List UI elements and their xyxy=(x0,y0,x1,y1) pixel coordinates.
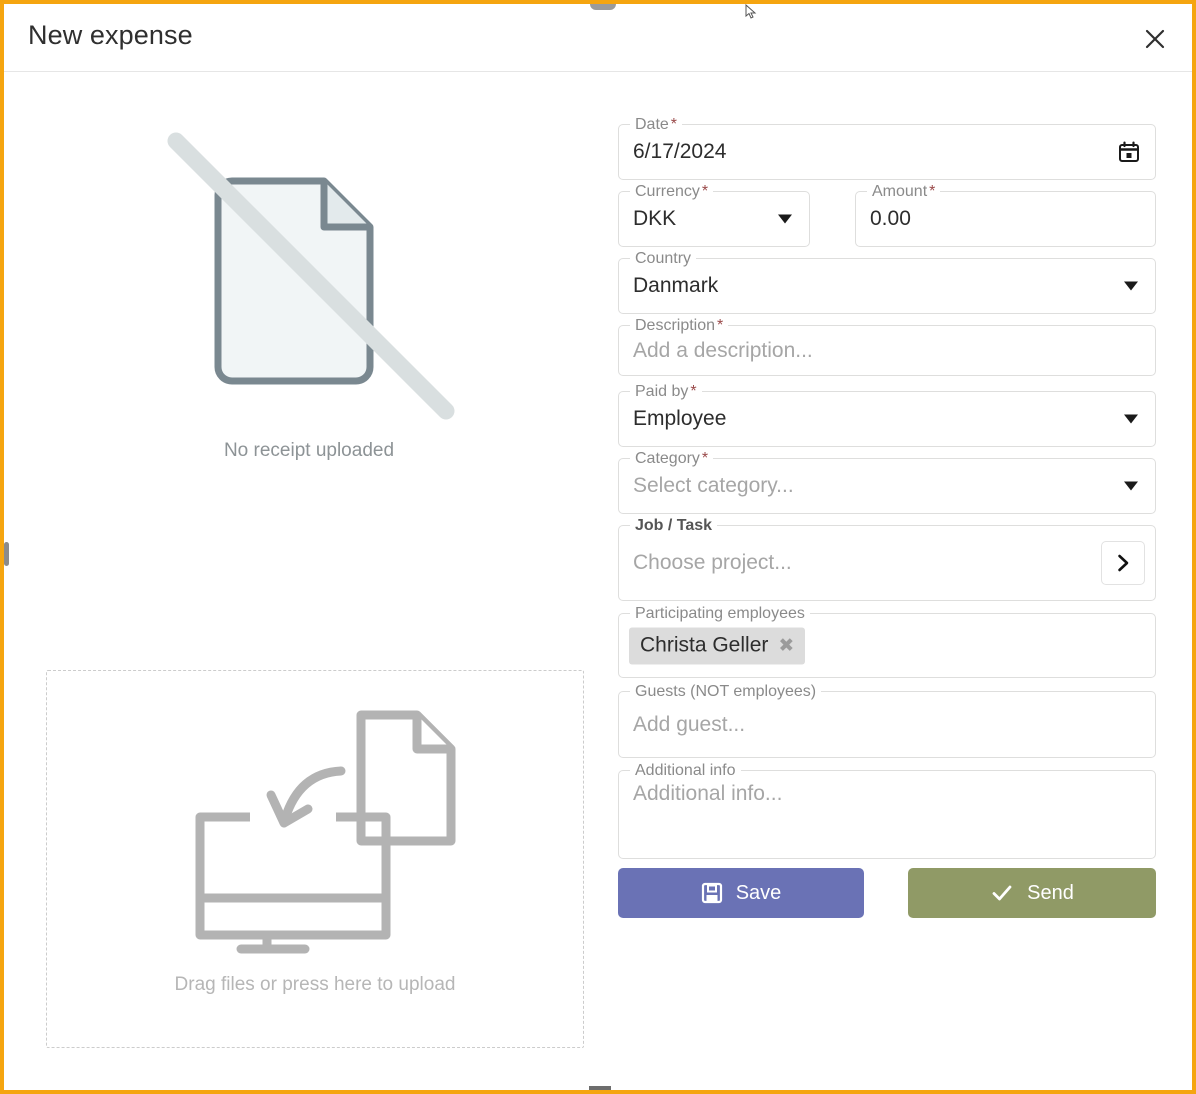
page-top-scroll-fragment xyxy=(590,4,616,10)
description-placeholder: Add a description... xyxy=(633,338,813,362)
expense-form: Date * 6/17/2024 Currency * DKK Amount *… xyxy=(614,73,1192,1090)
paid-by-field[interactable]: Paid by * Employee xyxy=(618,382,1156,447)
choose-project-button[interactable] xyxy=(1101,541,1145,585)
check-icon xyxy=(992,885,1012,901)
category-label: Category * xyxy=(630,449,714,468)
close-button[interactable] xyxy=(1134,18,1176,60)
receipt-empty-label: No receipt uploaded xyxy=(223,440,395,461)
send-button[interactable]: Send xyxy=(908,868,1156,918)
chevron-down-icon[interactable] xyxy=(778,214,792,224)
document-slashed-icon xyxy=(167,132,455,420)
calendar-icon xyxy=(1119,141,1139,162)
category-field[interactable]: Category * Select category... xyxy=(618,449,1156,514)
country-value: Danmark xyxy=(633,274,719,297)
category-placeholder: Select category... xyxy=(633,474,794,497)
remove-chip-icon[interactable]: ✖ xyxy=(778,636,794,655)
chevron-down-icon[interactable] xyxy=(1124,414,1138,424)
left-scrollbar-nub[interactable] xyxy=(4,542,9,566)
receipt-empty-state: No receipt uploaded xyxy=(4,73,614,462)
send-button-label: Send xyxy=(1027,881,1074,904)
currency-value: DKK xyxy=(633,207,677,230)
guests-placeholder: Add guest... xyxy=(633,712,746,736)
date-field[interactable]: Date * 6/17/2024 xyxy=(618,115,1156,180)
job-task-placeholder: Choose project... xyxy=(633,551,792,574)
participating-employees-label: Participating employees xyxy=(630,604,810,623)
floppy-disk-icon xyxy=(701,882,722,904)
dropzone-illustration xyxy=(47,709,583,959)
country-label: Country xyxy=(630,249,697,268)
expense-dialog-window: New expense No receipt uploaded Drag fil… xyxy=(0,0,1196,1094)
currency-label: Currency * xyxy=(630,182,714,201)
date-label: Date * xyxy=(630,115,683,134)
employee-chip-label: Christa Geller xyxy=(640,633,769,657)
country-field[interactable]: Country Danmark xyxy=(618,249,1156,314)
save-button-label: Save xyxy=(735,881,782,904)
amount-field[interactable]: Amount * 0.00 xyxy=(855,182,1156,247)
calendar-picker-button[interactable] xyxy=(1114,137,1144,167)
page-title: New expense xyxy=(28,20,193,50)
description-field[interactable]: Description * Add a description... xyxy=(618,316,1156,376)
date-value: 6/17/2024 xyxy=(633,140,727,163)
participating-employees-field[interactable]: Participating employees Christa Geller ✖ xyxy=(618,604,1156,678)
chevron-down-icon[interactable] xyxy=(1124,481,1138,491)
file-dropzone[interactable]: Drag files or press here to upload xyxy=(46,670,584,1048)
dialog-header: New expense xyxy=(4,4,1192,72)
amount-value: 0.00 xyxy=(870,207,911,230)
dialog-body: No receipt uploaded Drag files or press … xyxy=(4,73,1192,1090)
guests-label: Guests (NOT employees) xyxy=(630,682,822,701)
description-label: Description * xyxy=(630,316,729,335)
dropzone-label: Drag files or press here to upload xyxy=(174,974,456,995)
employee-chip[interactable]: Christa Geller ✖ xyxy=(629,627,806,664)
chevron-down-icon[interactable] xyxy=(1124,281,1138,291)
currency-field[interactable]: Currency * DKK xyxy=(618,182,810,247)
amount-label: Amount * xyxy=(867,182,941,201)
save-button[interactable]: Save xyxy=(618,868,864,918)
paid-by-label: Paid by * xyxy=(630,382,702,401)
drag-file-to-monitor-icon xyxy=(195,710,456,954)
chevron-right-icon xyxy=(1118,554,1129,572)
additional-info-placeholder: Additional info... xyxy=(633,782,783,805)
page-bottom-scroll-fragment xyxy=(589,1086,611,1090)
close-icon xyxy=(1145,29,1165,49)
paid-by-value: Employee xyxy=(633,407,727,430)
additional-info-field[interactable]: Additional info Additional info... xyxy=(618,761,1156,859)
job-task-field[interactable]: Job / Task Choose project... xyxy=(618,516,1156,601)
additional-info-label: Additional info xyxy=(630,761,741,780)
receipt-pane: No receipt uploaded Drag files or press … xyxy=(4,73,614,1090)
job-task-label: Job / Task xyxy=(630,516,718,535)
guests-field[interactable]: Guests (NOT employees) Add guest... xyxy=(618,682,1156,758)
